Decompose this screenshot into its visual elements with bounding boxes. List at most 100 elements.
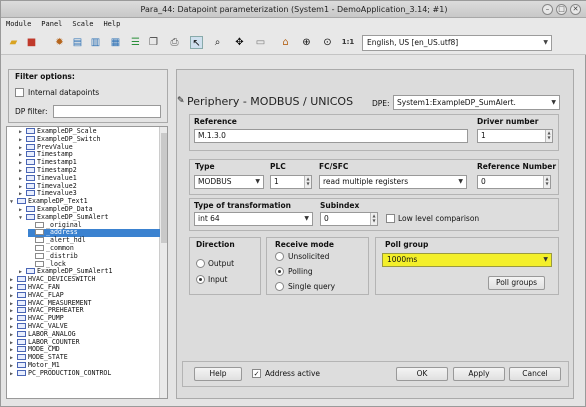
reference-number-value: 0 — [481, 177, 486, 186]
tree-row-label: _lock — [46, 259, 66, 268]
tree-row-label: HVAC_FLAP — [28, 290, 64, 299]
type-select[interactable]: MODBUS ▼ — [194, 175, 264, 189]
maximize-button[interactable]: □ — [556, 4, 567, 15]
frame-icon[interactable]: ▭ — [254, 36, 267, 49]
zoom-in-icon[interactable]: ⊙ — [321, 36, 334, 49]
datapoint-tree[interactable]: ▶ ExampleDP_Scale ▶ ExampleDP_Switch ▶ PrevVa… — [6, 126, 168, 399]
close-file-icon[interactable]: ■ — [25, 36, 38, 49]
plc-value: 1 — [274, 177, 279, 186]
dpe-select[interactable]: System1:ExampleDP_SumAlert. ▼ — [393, 95, 560, 110]
expand-icon[interactable]: ▶ — [10, 371, 17, 379]
datapoint-icon — [17, 338, 26, 345]
subindex-value: 0 — [324, 214, 329, 223]
filter-options-group: Filter options: Internal datapoints DP f… — [8, 69, 168, 123]
tree-row[interactable]: ▼ ExampleDP_SumAlert — [19, 212, 160, 223]
datapoint-icon — [26, 167, 35, 173]
dp-filter-input[interactable] — [53, 105, 161, 118]
title-bar: Para_44: Datapoint parameterization (Sys… — [1, 1, 586, 18]
driver-number-value: 1 — [481, 131, 486, 140]
driver-number-stepper[interactable]: 1 ▲ ▼ — [477, 129, 553, 143]
chevron-down-icon: ▼ — [255, 178, 260, 185]
chevron-down-icon: ▼ — [551, 99, 556, 106]
receive-mode-label: Receive mode — [275, 240, 334, 249]
input-radio[interactable] — [196, 275, 205, 284]
tree-row-label: HVAC_MEASUREMENT — [28, 298, 92, 307]
reference-input[interactable]: M.1.3.0 — [194, 129, 468, 143]
spin-arrows-icon[interactable]: ▲ ▼ — [543, 176, 550, 188]
transformation-select[interactable]: int 64 ▼ — [194, 212, 313, 226]
tree-row-label: _alert_hdl — [46, 236, 86, 245]
collapse-icon[interactable]: ▼ — [10, 199, 17, 207]
reference-number-stepper[interactable]: 0 ▲ ▼ — [477, 175, 551, 189]
tree-row-label: Timevalue2 — [37, 181, 77, 190]
menu-scale[interactable]: Scale — [67, 18, 98, 31]
subindex-stepper[interactable]: 0 ▲ ▼ — [320, 212, 378, 226]
poll-group-select[interactable]: 1000ms ▼ — [382, 253, 552, 267]
tree-row-label: ExampleDP_SumAlert — [37, 212, 109, 221]
direction-label: Direction — [196, 240, 235, 249]
fc-sfc-value: read multiple registers — [323, 177, 409, 186]
tree-row-label: Motor_M1 — [28, 361, 60, 369]
tree-row-label: HVAC_PUMP — [28, 314, 64, 323]
minimize-button[interactable]: – — [542, 4, 553, 15]
internal-datapoints-checkbox[interactable] — [15, 88, 24, 97]
plc-stepper[interactable]: 1 ▲ ▼ — [270, 175, 312, 189]
export-icon[interactable]: ▤ — [71, 36, 84, 49]
poll-groups-button[interactable]: Poll groups — [488, 276, 545, 290]
zoom-icon[interactable]: ⌕ — [211, 36, 224, 49]
dpe-label: DPE: — [372, 99, 390, 108]
list-icon[interactable]: ☰ — [129, 36, 142, 49]
close-button[interactable]: ✕ — [570, 4, 581, 15]
cancel-button[interactable]: Cancel — [509, 367, 561, 381]
cursor-icon[interactable]: ↖ — [190, 36, 203, 49]
config-icon — [35, 237, 44, 244]
tree-row[interactable]: ▶ PC_PRODUCTION_CONTROL — [10, 369, 160, 379]
menu-help[interactable]: Help — [98, 18, 125, 31]
single-query-radio[interactable] — [275, 282, 284, 291]
datapoint-icon — [17, 291, 26, 298]
import-icon[interactable]: ▥ — [89, 36, 102, 49]
datapoint-icon — [17, 330, 26, 337]
search-zoom-icon[interactable]: ⊕ — [300, 36, 313, 49]
datapoint-icon — [17, 284, 26, 290]
move-icon[interactable]: ✥ — [233, 36, 246, 49]
low-level-comparison-checkbox[interactable] — [386, 214, 395, 223]
menu-panel[interactable]: Panel — [36, 18, 67, 31]
datapoint-parameterization-window: Para_44: Datapoint parameterization (Sys… — [0, 0, 586, 407]
folder-open-icon[interactable]: ▰ — [7, 36, 20, 49]
help-button[interactable]: Help — [194, 367, 242, 381]
scale-one-to-one-button[interactable]: 1:1 — [339, 36, 357, 49]
tree-scrollbar-thumb[interactable] — [161, 133, 167, 243]
home-icon[interactable]: ⌂ — [279, 36, 292, 49]
tree-scrollbar[interactable] — [159, 127, 167, 398]
datapoint-icon — [26, 151, 35, 158]
chevron-down-icon: ▼ — [458, 178, 463, 185]
polling-radio[interactable] — [275, 267, 284, 276]
fc-sfc-select[interactable]: read multiple registers ▼ — [319, 175, 467, 189]
tree-row-label: PrevValue — [37, 142, 73, 151]
toolbar: ▰ ■ ✹ ▤ ▥ ▦ ☰ ❐ ⎙ ↖ ⌕ ✥ ▭ ⌂ ⊕ ⊙ 1:1 Engl… — [1, 31, 586, 55]
ok-button[interactable]: OK — [396, 367, 448, 381]
config-icon — [35, 252, 44, 259]
collapse-icon[interactable]: ▼ — [19, 215, 26, 223]
address-active-checkbox[interactable]: ✓ — [252, 369, 261, 378]
menu-module[interactable]: Module — [1, 18, 36, 31]
tree-row-label: Timestamp2 — [37, 166, 77, 174]
settings-icon[interactable]: ✹ — [53, 36, 66, 49]
tree-row-label: ExampleDP_Data — [37, 205, 93, 213]
apply-button[interactable]: Apply — [453, 367, 505, 381]
unsolicited-radio[interactable] — [275, 252, 284, 261]
output-radio[interactable] — [196, 259, 205, 268]
fc-sfc-label: FC/SFC — [319, 162, 349, 171]
language-select[interactable]: English, US [en_US.utf8] ▼ — [362, 35, 552, 51]
spin-arrows-icon[interactable]: ▲ ▼ — [304, 176, 311, 188]
datapoint-icon — [26, 135, 35, 142]
datapoint-icon — [26, 182, 35, 189]
spin-arrows-icon[interactable]: ▲ ▼ — [545, 130, 552, 142]
table-icon[interactable]: ▦ — [109, 36, 122, 49]
config-icon — [35, 229, 44, 236]
spin-arrows-icon[interactable]: ▲ ▼ — [370, 213, 377, 225]
print-icon[interactable]: ⎙ — [168, 36, 181, 49]
plc-label: PLC — [270, 162, 286, 171]
copy-icon[interactable]: ❐ — [147, 36, 160, 49]
